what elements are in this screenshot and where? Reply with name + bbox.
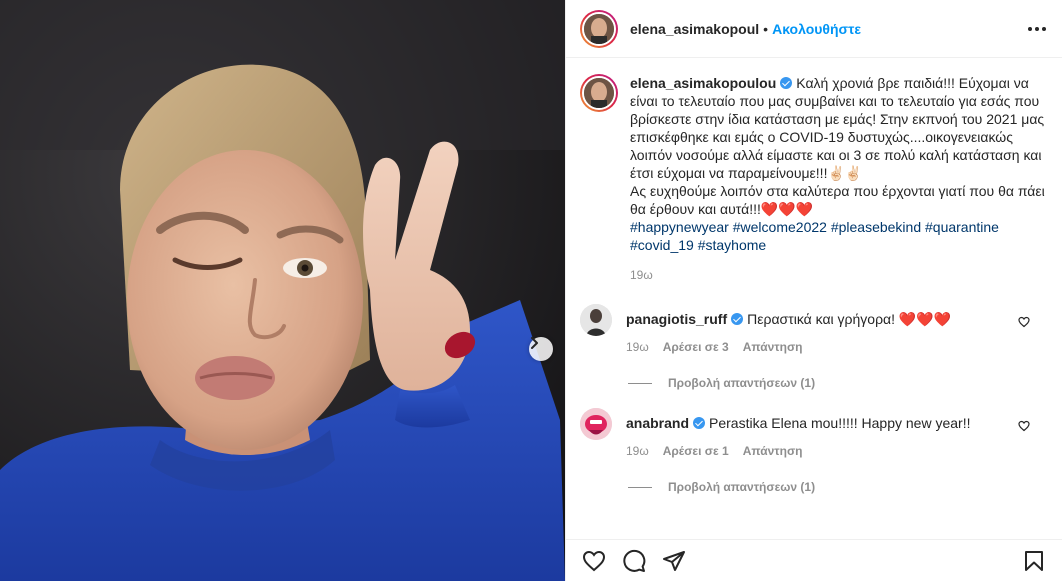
header-username[interactable]: elena_asimakopoul <box>630 21 759 37</box>
heart-icon[interactable] <box>582 549 606 573</box>
comment-like-heart-icon[interactable] <box>1018 420 1030 432</box>
instagram-post: elena_asimakopoul • Ακολουθήστε elena_as… <box>0 0 1062 581</box>
comment-likes[interactable]: Αρέσει σε 3 <box>663 340 729 354</box>
post-side-panel: elena_asimakopoul • Ακολουθήστε elena_as… <box>565 0 1062 581</box>
hashtag[interactable]: #welcome2022 <box>733 219 827 235</box>
comment: panagiotis_ruff Περαστικά και γρήγορα! ❤️… <box>580 304 1046 390</box>
verified-badge-icon <box>731 313 744 325</box>
verified-badge-icon <box>780 77 793 89</box>
replies-divider <box>628 382 652 384</box>
view-replies-label: Προβολή απαντήσεων (1) <box>668 376 816 390</box>
comment-meta: 19ω Αρέσει σε 3 Απάντηση <box>626 340 1046 354</box>
comment-text: Περαστικά και γρήγορα! ❤️❤️❤️ <box>747 311 952 327</box>
author-avatar-image <box>582 11 616 46</box>
caption-username[interactable]: elena_asimakopoulou <box>630 75 776 91</box>
caption-time[interactable]: 19ω <box>630 268 653 282</box>
comment-text: Perastika Elena mou!!!!! Happy new year!… <box>709 415 971 431</box>
hashtag[interactable]: #stayhome <box>698 237 766 253</box>
header-separator: • <box>763 20 769 37</box>
bookmark-icon[interactable] <box>1022 549 1046 573</box>
view-replies-label: Προβολή απαντήσεων (1) <box>668 480 816 494</box>
hashtag[interactable]: #covid_19 <box>630 237 694 253</box>
caption-text: elena_asimakopoulou Καλή χρονιά βρε παιδι… <box>630 74 1046 254</box>
comment-time[interactable]: 19ω <box>626 340 649 354</box>
chevron-right-icon <box>531 337 538 349</box>
selfie-photo <box>0 0 565 581</box>
hashtag[interactable]: #quarantine <box>925 219 999 235</box>
comment-meta: 19ω Αρέσει σε 1 Απάντηση <box>626 444 1046 458</box>
commenter-avatar[interactable] <box>580 408 612 440</box>
reply-button[interactable]: Απάντηση <box>743 444 803 458</box>
comment-username[interactable]: panagiotis_ruff <box>626 311 727 327</box>
more-options-icon[interactable] <box>1028 21 1046 37</box>
next-photo-button[interactable] <box>529 337 553 361</box>
caption-meta: 19ω <box>630 268 1046 282</box>
follow-button[interactable]: Ακολουθήστε <box>772 21 861 37</box>
comment-likes[interactable]: Αρέσει σε 1 <box>663 444 729 458</box>
caption-avatar[interactable] <box>580 74 618 112</box>
caption: elena_asimakopoulou Καλή χρονιά βρε παιδι… <box>580 74 1046 282</box>
comment-icon[interactable] <box>622 549 646 573</box>
post-photo[interactable] <box>0 0 565 581</box>
comment-like-heart-icon[interactable] <box>1018 316 1030 328</box>
commenter-avatar[interactable] <box>580 304 612 336</box>
author-avatar[interactable] <box>580 9 618 48</box>
hashtag[interactable]: #pleasebekind <box>831 219 921 235</box>
view-replies-button[interactable]: Προβολή απαντήσεων (1) <box>628 480 1046 494</box>
reply-button[interactable]: Απάντηση <box>743 340 803 354</box>
replies-divider <box>628 486 652 488</box>
post-actions-bar <box>566 539 1062 581</box>
comment-username[interactable]: anabrand <box>626 415 689 431</box>
post-header: elena_asimakopoul • Ακολουθήστε <box>566 0 1062 58</box>
caption-avatar-image <box>582 76 616 110</box>
comment-time[interactable]: 19ω <box>626 444 649 458</box>
comment: anabrand Perastika Elena mou!!!!! Happy n… <box>580 408 1046 494</box>
comments-list: elena_asimakopoulou Καλή χρονιά βρε παιδι… <box>566 58 1062 539</box>
hashtag[interactable]: #happynewyear <box>630 219 729 235</box>
verified-badge-icon <box>693 417 706 429</box>
caption-text-2: Ας ευχηθούμε λοιπόν στα καλύτερα που έρχ… <box>630 183 1045 217</box>
view-replies-button[interactable]: Προβολή απαντήσεων (1) <box>628 376 1046 390</box>
paper-plane-icon[interactable] <box>662 549 686 573</box>
